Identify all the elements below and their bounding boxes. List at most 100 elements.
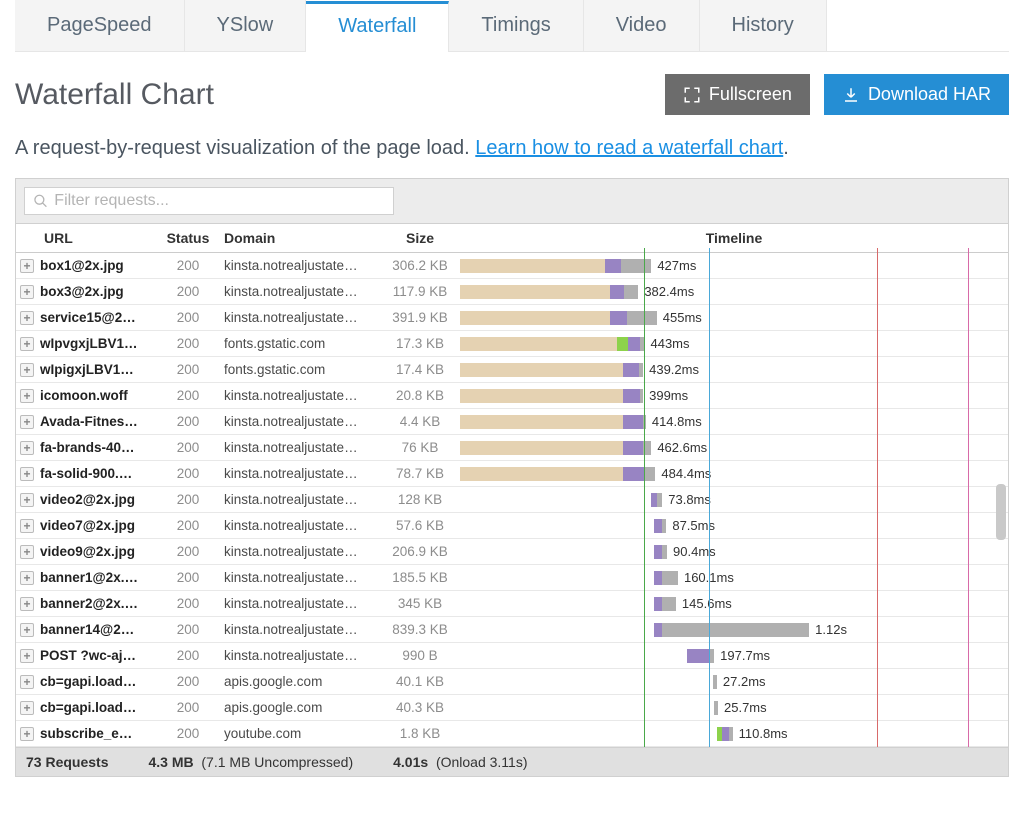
col-domain[interactable]: Domain — [220, 224, 380, 253]
summary-size: 4.3 MB (7.1 MB Uncompressed) — [148, 754, 353, 770]
bar-recv — [643, 415, 646, 429]
duration-label: 443ms — [650, 336, 689, 351]
request-size: 206.9 KB — [380, 539, 460, 565]
table-row[interactable]: +cb=gapi.load…200apis.google.com40.1 KB2… — [16, 669, 1008, 695]
expand-icon[interactable]: + — [20, 259, 34, 273]
table-row[interactable]: +banner1@2x.…200kinsta.notrealjustate…18… — [16, 565, 1008, 591]
bar-recv — [729, 727, 732, 741]
expand-icon[interactable]: + — [20, 337, 34, 351]
bar-recv — [662, 571, 678, 585]
expand-icon[interactable]: + — [20, 623, 34, 637]
table-row[interactable]: +fa-brands-40…200kinsta.notrealjustate…7… — [16, 435, 1008, 461]
expand-icon[interactable]: + — [20, 649, 34, 663]
expand-icon[interactable]: + — [20, 389, 34, 403]
table-row[interactable]: +Avada-Fitnes…200kinsta.notrealjustate…4… — [16, 409, 1008, 435]
duration-label: 462.6ms — [657, 440, 707, 455]
tab-timings[interactable]: Timings — [449, 0, 583, 51]
request-size: 185.5 KB — [380, 565, 460, 591]
table-row[interactable]: +POST ?wc-aj…200kinsta.notrealjustate…99… — [16, 643, 1008, 669]
request-domain: apis.google.com — [220, 695, 380, 721]
table-row[interactable]: +cb=gapi.load…200apis.google.com40.3 KB2… — [16, 695, 1008, 721]
request-status: 200 — [156, 357, 220, 383]
table-row[interactable]: +video2@2x.jpg200kinsta.notrealjustate…1… — [16, 487, 1008, 513]
expand-icon[interactable]: + — [20, 311, 34, 325]
bar-recv — [624, 285, 638, 299]
expand-icon[interactable]: + — [20, 571, 34, 585]
request-domain: kinsta.notrealjustate… — [220, 253, 380, 279]
request-domain: kinsta.notrealjustate… — [220, 461, 380, 487]
table-row[interactable]: +banner14@2…200kinsta.notrealjustate…839… — [16, 617, 1008, 643]
bar-recv — [657, 493, 662, 507]
tab-yslow[interactable]: YSlow — [185, 0, 307, 51]
table-row[interactable]: +box1@2x.jpg200kinsta.notrealjustate…306… — [16, 253, 1008, 279]
download-har-button[interactable]: Download HAR — [824, 74, 1009, 115]
filter-input[interactable] — [48, 192, 385, 210]
request-size: 17.3 KB — [380, 331, 460, 357]
bar-green — [617, 337, 628, 351]
request-url: box1@2x.jpg — [40, 258, 124, 273]
duration-label: 145.6ms — [682, 596, 732, 611]
bar-wait — [623, 389, 641, 403]
request-domain: kinsta.notrealjustate… — [220, 409, 380, 435]
bar-recv — [662, 623, 810, 637]
request-size: 40.3 KB — [380, 695, 460, 721]
expand-icon[interactable]: + — [20, 545, 34, 559]
table-row[interactable]: +video7@2x.jpg200kinsta.notrealjustate…5… — [16, 513, 1008, 539]
expand-icon[interactable]: + — [20, 493, 34, 507]
expand-icon[interactable]: + — [20, 701, 34, 715]
summary-timing: 4.01s (Onload 3.11s) — [393, 754, 527, 770]
bar-blocked — [460, 311, 610, 325]
tab-history[interactable]: History — [700, 0, 827, 51]
expand-icon[interactable]: + — [20, 519, 34, 533]
expand-icon[interactable]: + — [20, 467, 34, 481]
request-domain: youtube.com — [220, 721, 380, 747]
duration-label: 160.1ms — [684, 570, 734, 585]
expand-icon[interactable]: + — [20, 415, 34, 429]
request-domain: kinsta.notrealjustate… — [220, 305, 380, 331]
request-size: 78.7 KB — [380, 461, 460, 487]
summary-requests: 73 Requests — [26, 754, 108, 770]
bar-recv — [644, 467, 655, 481]
expand-icon[interactable]: + — [20, 285, 34, 299]
timeline-cell: 439.2ms — [460, 357, 1008, 383]
col-timeline[interactable]: Timeline — [460, 224, 1008, 253]
table-row[interactable]: +banner2@2x.…200kinsta.notrealjustate…34… — [16, 591, 1008, 617]
table-row[interactable]: +box3@2x.jpg200kinsta.notrealjustate…117… — [16, 279, 1008, 305]
table-row[interactable]: +wIpvgxjLBV1…200fonts.gstatic.com17.3 KB… — [16, 331, 1008, 357]
request-domain: kinsta.notrealjustate… — [220, 513, 380, 539]
request-size: 20.8 KB — [380, 383, 460, 409]
request-url: cb=gapi.load… — [40, 700, 136, 715]
expand-icon[interactable]: + — [20, 597, 34, 611]
filter-toolbar — [15, 178, 1009, 223]
table-row[interactable]: +video9@2x.jpg200kinsta.notrealjustate…2… — [16, 539, 1008, 565]
expand-icon[interactable]: + — [20, 675, 34, 689]
duration-label: 439.2ms — [649, 362, 699, 377]
description-tail: . — [783, 137, 789, 159]
table-row[interactable]: +icomoon.woff200kinsta.notrealjustate…20… — [16, 383, 1008, 409]
table-row[interactable]: +wIpigxjLBV1…200fonts.gstatic.com17.4 KB… — [16, 357, 1008, 383]
bar-blocked — [460, 259, 605, 273]
bar-blocked — [460, 337, 617, 351]
bar-blocked — [460, 389, 623, 403]
request-domain: kinsta.notrealjustate… — [220, 435, 380, 461]
fullscreen-button[interactable]: Fullscreen — [665, 74, 810, 115]
timeline-cell: 455ms — [460, 305, 1008, 331]
tab-pagespeed[interactable]: PageSpeed — [15, 0, 185, 51]
tab-video[interactable]: Video — [584, 0, 700, 51]
col-url[interactable]: URL — [16, 224, 156, 253]
scrollbar-thumb[interactable] — [996, 484, 1006, 540]
bar-recv — [713, 675, 717, 689]
col-status[interactable]: Status — [156, 224, 220, 253]
table-row[interactable]: +subscribe_e…200youtube.com1.8 KB110.8ms — [16, 721, 1008, 747]
expand-icon[interactable]: + — [20, 363, 34, 377]
bar-wait — [654, 545, 662, 559]
duration-label: 90.4ms — [673, 544, 716, 559]
expand-icon[interactable]: + — [20, 441, 34, 455]
learn-link[interactable]: Learn how to read a waterfall chart — [475, 137, 783, 159]
table-row[interactable]: +service15@2…200kinsta.notrealjustate…39… — [16, 305, 1008, 331]
col-size[interactable]: Size — [380, 224, 460, 253]
expand-icon[interactable]: + — [20, 727, 34, 741]
tab-waterfall[interactable]: Waterfall — [306, 1, 449, 52]
table-row[interactable]: +fa-solid-900.…200kinsta.notrealjustate…… — [16, 461, 1008, 487]
bar-blocked — [460, 441, 623, 455]
